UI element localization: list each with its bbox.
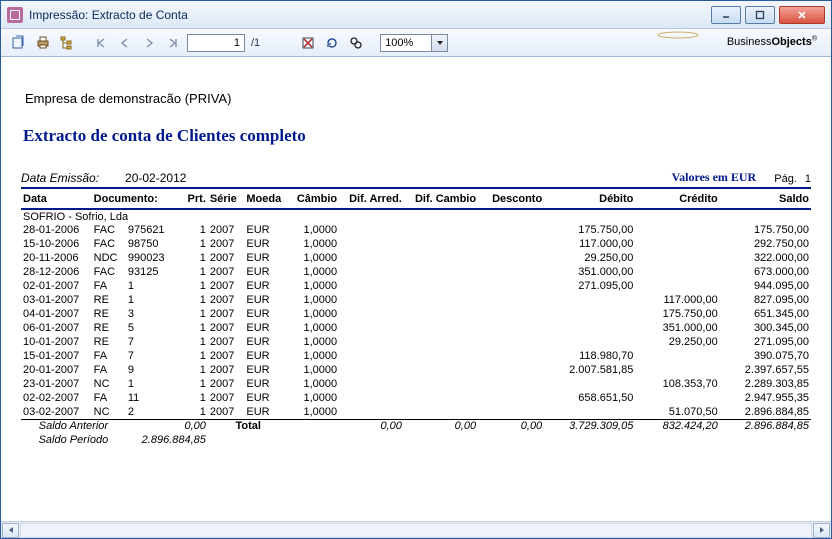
brand-logo: BusinessObjects® — [624, 31, 823, 54]
page-number-input[interactable] — [187, 34, 245, 52]
table-row: 02-01-2007FA112007EUR1,0000271.095,00944… — [21, 279, 811, 293]
stop-button[interactable] — [298, 33, 318, 53]
saldo-periodo-label: Saldo Período — [21, 433, 126, 447]
scroll-left-button[interactable] — [2, 523, 19, 538]
saldo-periodo-value: 2.896.884,85 — [126, 433, 208, 447]
zoom-control — [380, 34, 448, 52]
window-title: Impressão: Extracto de Conta — [29, 8, 711, 22]
totals-row: Saldo Anterior 0,00 Total 0,00 0,00 0,00… — [21, 419, 811, 433]
search-button[interactable] — [346, 33, 366, 53]
page-total-label: /1 — [249, 37, 262, 49]
currency-label: Valores em EUR — [672, 170, 757, 185]
table-row: 20-01-2007FA912007EUR1,00002.007.581,852… — [21, 363, 811, 377]
print-button[interactable] — [33, 33, 53, 53]
brand-text-2: Objects — [771, 36, 811, 48]
table-row: 20-11-2006NDC99002312007EUR1,000029.250,… — [21, 251, 811, 265]
scroll-track[interactable] — [20, 523, 812, 538]
maximize-button[interactable] — [745, 6, 775, 24]
toolbar: /1 BusinessObjects® — [1, 29, 831, 57]
col-dif-cambio: Dif. Cambio — [404, 189, 478, 209]
table-row: 06-01-2007RE512007EUR1,0000351.000,00300… — [21, 321, 811, 335]
app-window: Impressão: Extracto de Conta /1 — [0, 0, 832, 539]
saldo-anterior-value: 0,00 — [126, 419, 208, 433]
col-prt: Prt. — [178, 189, 208, 209]
total-label: Total — [208, 419, 289, 433]
table-row: 15-10-2006FAC9875012007EUR1,0000117.000,… — [21, 237, 811, 251]
last-page-button[interactable] — [163, 33, 183, 53]
report-table: Data Documento: Prt. Série Moeda Câmbio … — [21, 189, 811, 447]
horizontal-scrollbar[interactable] — [1, 521, 831, 538]
col-debito: Débito — [544, 189, 635, 209]
col-documento: Documento: — [92, 189, 179, 209]
table-row: 28-01-2006FAC97562112007EUR1,0000175.750… — [21, 223, 811, 237]
close-button[interactable] — [779, 6, 825, 24]
zoom-dropdown-button[interactable] — [432, 34, 448, 52]
total-dif-cambio: 0,00 — [404, 419, 478, 433]
prev-page-button[interactable] — [115, 33, 135, 53]
app-icon — [7, 7, 23, 23]
table-row: 15-01-2007FA712007EUR1,0000118.980,70390… — [21, 349, 811, 363]
saldo-anterior-label: Saldo Anterior — [21, 419, 126, 433]
scroll-right-button[interactable] — [813, 523, 830, 538]
table-row: 03-02-2007NC212007EUR1,000051.070,502.89… — [21, 405, 811, 419]
page-number: 1 — [805, 173, 811, 185]
col-data: Data — [21, 189, 92, 209]
issue-date-label: Data Emissão: — [21, 171, 99, 185]
zoom-input[interactable] — [380, 34, 432, 52]
report-page: Empresa de demonstracão (PRIVA) Extracto… — [3, 59, 829, 455]
total-debito: 3.729.309,05 — [544, 419, 635, 433]
page-label: Pág. — [774, 173, 797, 185]
col-serie: Série — [208, 189, 244, 209]
table-row: 10-01-2007RE712007EUR1,000029.250,00271.… — [21, 335, 811, 349]
total-saldo: 2.896.884,85 — [720, 419, 811, 433]
minimize-button[interactable] — [711, 6, 741, 24]
total-credito: 832.424,20 — [635, 419, 719, 433]
export-button[interactable] — [9, 33, 29, 53]
col-moeda: Moeda — [244, 189, 288, 209]
refresh-button[interactable] — [322, 33, 342, 53]
col-cambio: Câmbio — [289, 189, 340, 209]
col-credito: Crédito — [635, 189, 719, 209]
report-title: Extracto de conta de Clientes completo — [23, 126, 811, 146]
report-viewport[interactable]: Empresa de demonstracão (PRIVA) Extracto… — [1, 57, 831, 521]
next-page-button[interactable] — [139, 33, 159, 53]
client-name: SOFRIO - Sofrio, Lda — [21, 209, 811, 223]
company-name: Empresa de demonstracão (PRIVA) — [25, 91, 811, 106]
table-row: 28-12-2006FAC9312512007EUR1,0000351.000,… — [21, 265, 811, 279]
table-row: 23-01-2007NC112007EUR1,0000108.353,702.2… — [21, 377, 811, 391]
col-desconto: Desconto — [478, 189, 544, 209]
col-saldo: Saldo — [720, 189, 811, 209]
header-row: Data Documento: Prt. Série Moeda Câmbio … — [21, 189, 811, 209]
window-buttons — [711, 6, 825, 24]
total-dif-arred: 0,00 — [339, 419, 404, 433]
table-row: 02-02-2007FA1112007EUR1,0000658.651,502.… — [21, 391, 811, 405]
col-dif-arred: Dif. Arred. — [339, 189, 404, 209]
table-row: 04-01-2007RE312007EUR1,0000175.750,00651… — [21, 307, 811, 321]
first-page-button[interactable] — [91, 33, 111, 53]
titlebar: Impressão: Extracto de Conta — [1, 1, 831, 29]
issue-date-value: 20-02-2012 — [125, 171, 186, 185]
period-row: Saldo Período 2.896.884,85 — [21, 433, 811, 447]
client-row: SOFRIO - Sofrio, Lda — [21, 209, 811, 223]
table-row: 03-01-2007RE112007EUR1,0000117.000,00827… — [21, 293, 811, 307]
brand-text-1: Business — [727, 36, 772, 48]
tree-button[interactable] — [57, 33, 77, 53]
total-desconto: 0,00 — [478, 419, 544, 433]
meta-row: Data Emissão: 20-02-2012 Valores em EUR … — [21, 170, 811, 189]
